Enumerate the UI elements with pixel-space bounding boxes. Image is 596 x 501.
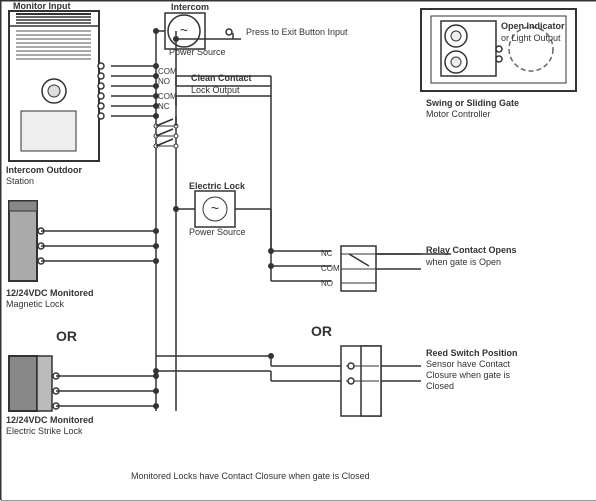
svg-text:Power Source: Power Source bbox=[189, 227, 246, 237]
svg-text:Sensor have Contact: Sensor have Contact bbox=[426, 359, 511, 369]
svg-text:OR: OR bbox=[311, 323, 332, 339]
svg-text:Intercom: Intercom bbox=[171, 2, 209, 12]
svg-text:NO: NO bbox=[158, 77, 170, 86]
svg-text:Station: Station bbox=[6, 176, 34, 186]
svg-text:Electric Strike Lock: Electric Strike Lock bbox=[6, 426, 83, 436]
svg-text:NC: NC bbox=[158, 102, 170, 111]
svg-text:~: ~ bbox=[211, 200, 219, 216]
svg-text:Swing or Sliding Gate: Swing or Sliding Gate bbox=[426, 98, 519, 108]
svg-text:OR: OR bbox=[56, 328, 77, 344]
svg-text:Closure when gate is: Closure when gate is bbox=[426, 370, 511, 380]
svg-text:Open Indicator: Open Indicator bbox=[501, 21, 565, 31]
svg-text:12/24VDC Monitored: 12/24VDC Monitored bbox=[6, 288, 94, 298]
monitor-input-label: Monitor Input bbox=[13, 1, 70, 11]
svg-text:Power Source: Power Source bbox=[169, 47, 226, 57]
wiring-diagram: Monitor Input Intercom Outdoor Station ~… bbox=[0, 0, 596, 500]
svg-text:or Light Output: or Light Output bbox=[501, 33, 561, 43]
svg-text:Reed Switch Position: Reed Switch Position bbox=[426, 348, 518, 358]
svg-text:Motor Controller: Motor Controller bbox=[426, 109, 491, 119]
svg-text:Press to Exit Button Input: Press to Exit Button Input bbox=[246, 27, 348, 37]
intercom-outdoor-label: Intercom Outdoor bbox=[6, 165, 82, 175]
svg-text:Closed: Closed bbox=[426, 381, 454, 391]
svg-text:Electric Lock: Electric Lock bbox=[189, 181, 246, 191]
svg-text:when gate is Open: when gate is Open bbox=[425, 257, 501, 267]
svg-text:Monitored Locks have Contact C: Monitored Locks have Contact Closure whe… bbox=[131, 471, 370, 481]
svg-text:12/24VDC Monitored: 12/24VDC Monitored bbox=[6, 415, 94, 425]
svg-text:COM: COM bbox=[158, 67, 177, 76]
svg-text:~: ~ bbox=[180, 22, 188, 38]
svg-text:COM: COM bbox=[158, 92, 177, 101]
svg-text:Magnetic Lock: Magnetic Lock bbox=[6, 299, 65, 309]
svg-text:Clean Contact: Clean Contact bbox=[191, 73, 252, 83]
